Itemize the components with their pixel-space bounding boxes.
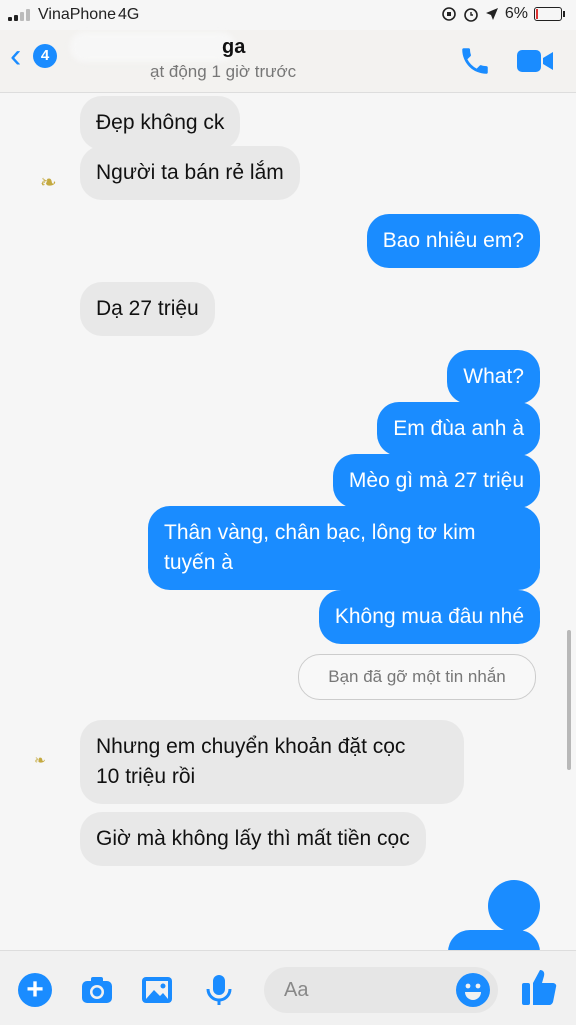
- message-incoming[interactable]: Đẹp không ck: [80, 96, 241, 150]
- photo-gallery-icon[interactable]: [140, 973, 174, 1007]
- message-outgoing[interactable]: Mèo gì mà 27 triệu: [332, 454, 540, 508]
- active-status: ạt động 1 giờ trước: [150, 62, 297, 81]
- video-call-icon[interactable]: [515, 46, 555, 76]
- camera-icon[interactable]: [80, 973, 114, 1007]
- microphone-icon[interactable]: [202, 973, 236, 1007]
- back-chevron-icon[interactable]: ‹: [10, 39, 21, 73]
- seen-avatar-icon: ❧: [40, 172, 57, 194]
- message-outgoing[interactable]: Bao nhiêu em?: [366, 214, 540, 268]
- battery-icon: [534, 7, 565, 21]
- unread-count-badge[interactable]: 4: [33, 44, 57, 68]
- message-outgoing-multiline[interactable]: Thân vàng, chân bạc, lông tơ kim tuyến à: [148, 506, 540, 590]
- emoji-icon[interactable]: [456, 973, 490, 1007]
- unsent-message-notice: Bạn đã gỡ một tin nhắn: [298, 654, 536, 700]
- message-incoming[interactable]: Người ta bán rẻ lắm: [80, 146, 300, 200]
- message-line: Nhưng em chuyển khoản đặt cọc: [96, 735, 406, 758]
- message-composer: + Aa: [0, 950, 576, 1025]
- alarm-icon: [464, 8, 478, 22]
- message-incoming[interactable]: Dạ 27 triệu: [80, 282, 215, 336]
- message-outgoing[interactable]: What?: [447, 350, 540, 404]
- message-line: tuyến à: [164, 551, 233, 574]
- message-outgoing[interactable]: Em đùa anh à: [377, 402, 540, 456]
- message-incoming[interactable]: Giờ mà không lấy thì mất tiền cọc: [80, 812, 426, 866]
- signal-icon: [8, 9, 34, 21]
- network-type: 4G: [118, 6, 140, 23]
- conversation-header: ‹ 4 ga ạt động 1 giờ trước: [0, 30, 576, 93]
- redacted-name-blur: [70, 32, 235, 62]
- seen-avatar-icon: ❧: [34, 752, 46, 768]
- plus-icon[interactable]: +: [18, 973, 52, 1007]
- message-line: 10 triệu rồi: [96, 765, 196, 788]
- message-incoming-multiline[interactable]: Nhưng em chuyển khoản đặt cọc 10 triệu r…: [80, 720, 464, 804]
- location-icon: [485, 8, 498, 20]
- thumbs-up-icon[interactable]: [520, 967, 558, 1007]
- message-input-placeholder: Aa: [284, 979, 309, 1001]
- outgoing-bubble-partial[interactable]: [488, 880, 540, 932]
- message-outgoing[interactable]: Không mua đâu nhé: [318, 590, 540, 644]
- contact-name[interactable]: ga: [222, 36, 245, 59]
- message-line: Thân vàng, chân bạc, lông tơ kim: [164, 521, 476, 544]
- status-bar: VinaPhone 4G 6%: [0, 0, 576, 30]
- carrier-name: VinaPhone: [38, 6, 116, 23]
- scrollbar[interactable]: [567, 630, 571, 770]
- phone-call-icon[interactable]: [458, 44, 492, 78]
- lock-rotation-icon: [442, 7, 456, 21]
- battery-percent: 6%: [504, 5, 528, 22]
